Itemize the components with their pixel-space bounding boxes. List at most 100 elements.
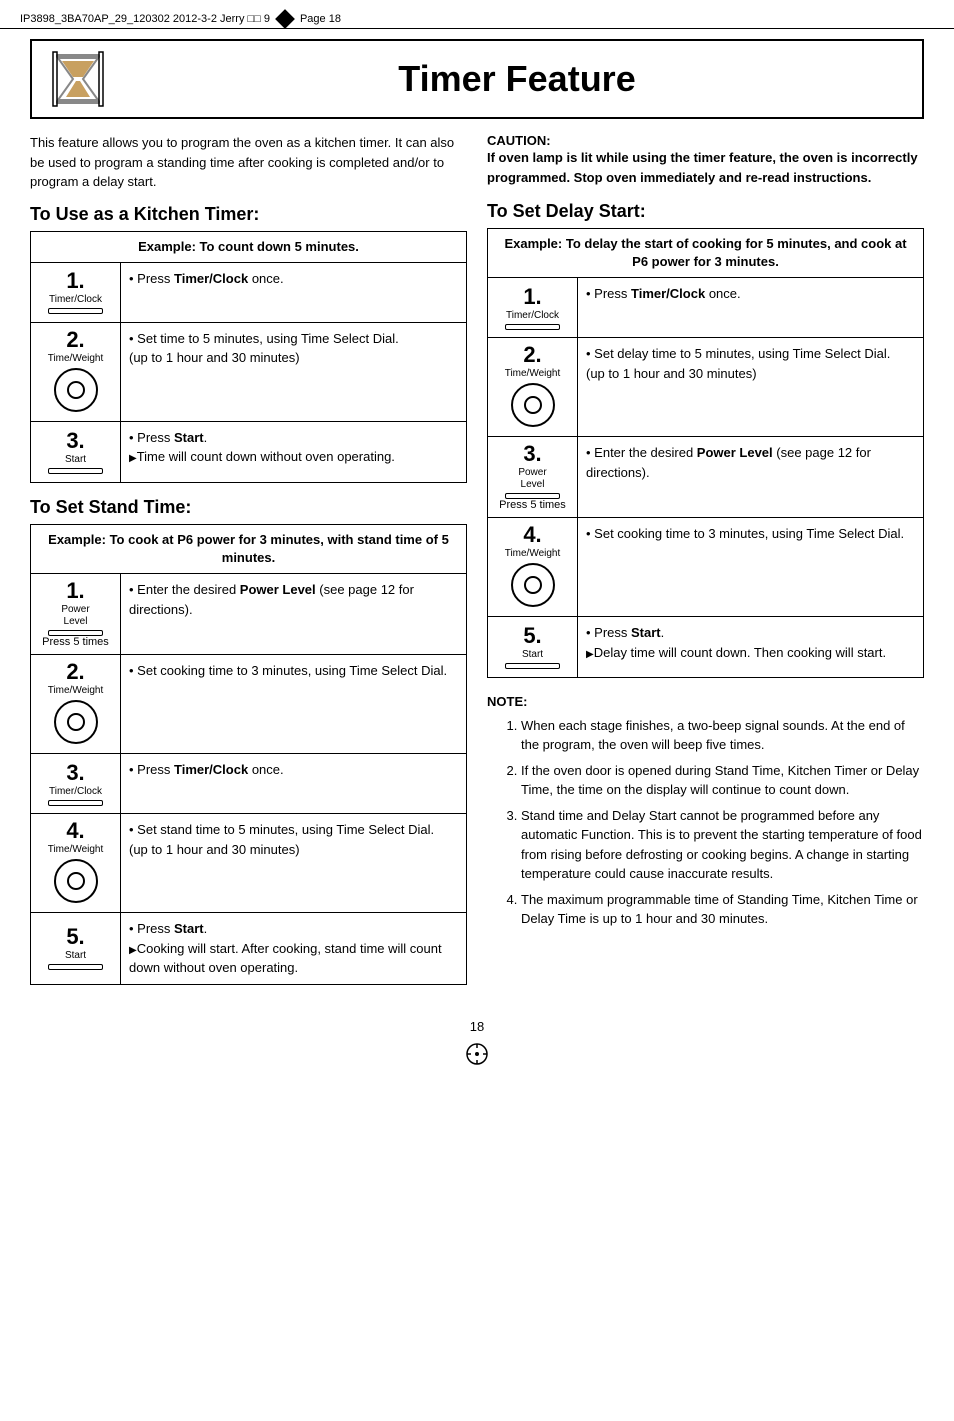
dial-st-4 [54,859,98,903]
ds-step-1-num: 1. [523,286,541,308]
st-step-3-num: 3. [66,762,84,784]
st-step-5-left: 5. Start [31,913,121,984]
delay-start-table: Example: To delay the start of cooking f… [487,228,924,678]
stand-time-title: To Set Stand Time: [30,497,467,518]
start-btn-st [48,964,103,970]
page-number: 18 [30,1019,924,1034]
diamond-icon [275,9,295,29]
compass-icon [30,1042,924,1071]
stand-time-step-5: 5. Start • Press Start.Cooking will star… [31,913,466,984]
step-3-instruction: • Press Start.Time will count down witho… [121,422,466,482]
ds-step-2-label: Time/Weight [505,368,561,380]
doc-header-page: Page 18 [300,13,341,25]
title-section: Timer Feature [30,39,924,119]
dial-inner-st-2 [67,713,85,731]
delay-start-header: Example: To delay the start of cooking f… [488,229,924,278]
kitchen-timer-table: Example: To count down 5 minutes. 1. Tim… [30,231,467,483]
ds-step-5-left: 5. Start [488,617,578,677]
press-5-times-1: Press 5 times [42,636,109,648]
st-step-3-instruction: • Press Timer/Clock once. [121,754,466,813]
step-1-instruction: • Press Timer/Clock once. [121,263,466,322]
stand-time-step-2: 2. Time/Weight • Set cooking time to 3 m… [31,655,466,754]
st-step-2-num: 2. [66,661,84,683]
step-2-label: Time/Weight [48,353,104,365]
ds-step-2-num: 2. [523,344,541,366]
kitchen-timer-step-3: 3. Start • Press Start.Time will count d… [31,422,466,482]
delay-start-title: To Set Delay Start: [487,201,924,222]
stand-time-step-4: 4. Time/Weight • Set stand time to 5 min… [31,814,466,913]
ds-step-5-num: 5. [523,625,541,647]
page-title: Timer Feature [128,58,906,100]
dial-inner-ds-4 [524,576,542,594]
step-2-instruction: • Set time to 5 minutes, using Time Sele… [121,323,466,421]
ds-step-4-label: Time/Weight [505,548,561,560]
ds-step-4-num: 4. [523,524,541,546]
note-section: NOTE: When each stage finishes, a two-be… [487,692,924,929]
st-step-4-num: 4. [66,820,84,842]
doc-header-text: IP3898_3BA70AP_29_120302 2012-3-2 Jerry … [20,13,270,25]
step-3-label: Start [65,454,86,466]
caution-text: If oven lamp is lit while using the time… [487,148,924,187]
dial-ds-2 [511,383,555,427]
stand-time-step-3: 3. Timer/Clock • Press Timer/Clock once. [31,754,466,814]
stand-time-header: Example: To cook at P6 power for 3 minut… [31,524,467,573]
note-title: NOTE: [487,692,924,712]
st-step-3-left: 3. Timer/Clock [31,754,121,813]
timer-clock-btn-ds1 [505,324,560,330]
kitchen-timer-title: To Use as a Kitchen Timer: [30,204,467,225]
two-col-layout: This feature allows you to program the o… [30,133,924,999]
delay-step-5: 5. Start • Press Start.Delay time will c… [488,617,923,677]
start-btn-kt [48,468,103,474]
stand-time-table: Example: To cook at P6 power for 3 minut… [30,524,467,985]
note-item-1: When each stage finishes, a two-beep sig… [521,716,924,755]
dial-ds-4 [511,563,555,607]
st-step-1-left: 1. PowerLevel Press 5 times [31,574,121,654]
stand-time-step-1: 1. PowerLevel Press 5 times • Enter the … [31,574,466,655]
ds-step-4-instruction: • Set cooking time to 3 minutes, using T… [578,518,923,616]
note-item-4: The maximum programmable time of Standin… [521,890,924,929]
st-step-5-instruction: • Press Start.Cooking will start. After … [121,913,466,984]
ds-step-1-instruction: • Press Timer/Clock once. [578,278,923,337]
st-step-2-instruction: • Set cooking time to 3 minutes, using T… [121,655,466,753]
ds-step-5-label: Start [522,649,543,661]
delay-step-4: 4. Time/Weight • Set cooking time to 3 m… [488,518,923,617]
dial-inner-st-4 [67,872,85,890]
kitchen-timer-step-1: 1. Timer/Clock • Press Timer/Clock once. [31,263,466,323]
note-item-2: If the oven door is opened during Stand … [521,761,924,800]
ds-step-3-num: 3. [523,443,541,465]
step-1-label: Timer/Clock [49,294,102,306]
step-3-num: 3. [66,430,84,452]
intro-text: This feature allows you to program the o… [30,133,467,192]
step-1-num: 1. [66,270,84,292]
kitchen-timer-step-2: 2. Time/Weight • Set time to 5 minutes, … [31,323,466,422]
st-step-2-left: 2. Time/Weight [31,655,121,753]
ds-step-5-instruction: • Press Start.Delay time will count down… [578,617,923,677]
ds-step-1-left: 1. Timer/Clock [488,278,578,337]
dial-st-2 [54,700,98,744]
st-step-5-num: 5. [66,926,84,948]
ds-step-2-instruction: • Set delay time to 5 minutes, using Tim… [578,338,923,436]
step-3-left: 3. Start [31,422,121,482]
ds-step-2-left: 2. Time/Weight [488,338,578,436]
caution-box: CAUTION: If oven lamp is lit while using… [487,133,924,187]
ds-step-3-instruction: • Enter the desired Power Level (see pag… [578,437,923,517]
step-1-left: 1. Timer/Clock [31,263,121,322]
ds-step-1-label: Timer/Clock [506,310,559,322]
step-2-num: 2. [66,329,84,351]
hourglass-icon [48,49,108,109]
st-step-3-label: Timer/Clock [49,786,102,798]
step-2-left: 2. Time/Weight [31,323,121,421]
dial-inner-2 [67,381,85,399]
delay-step-2: 2. Time/Weight • Set delay time to 5 min… [488,338,923,437]
ds-step-4-left: 4. Time/Weight [488,518,578,616]
press-5-times-ds3: Press 5 times [499,499,566,511]
st-step-4-instruction: • Set stand time to 5 minutes, using Tim… [121,814,466,912]
start-btn-ds [505,663,560,669]
right-column: CAUTION: If oven lamp is lit while using… [487,133,924,999]
st-step-2-label: Time/Weight [48,685,104,697]
ds-step-3-left: 3. PowerLevel Press 5 times [488,437,578,517]
left-column: This feature allows you to program the o… [30,133,467,999]
dial-2 [54,368,98,412]
ds-step-3-label: PowerLevel [518,467,546,491]
delay-step-3: 3. PowerLevel Press 5 times • Enter the … [488,437,923,518]
